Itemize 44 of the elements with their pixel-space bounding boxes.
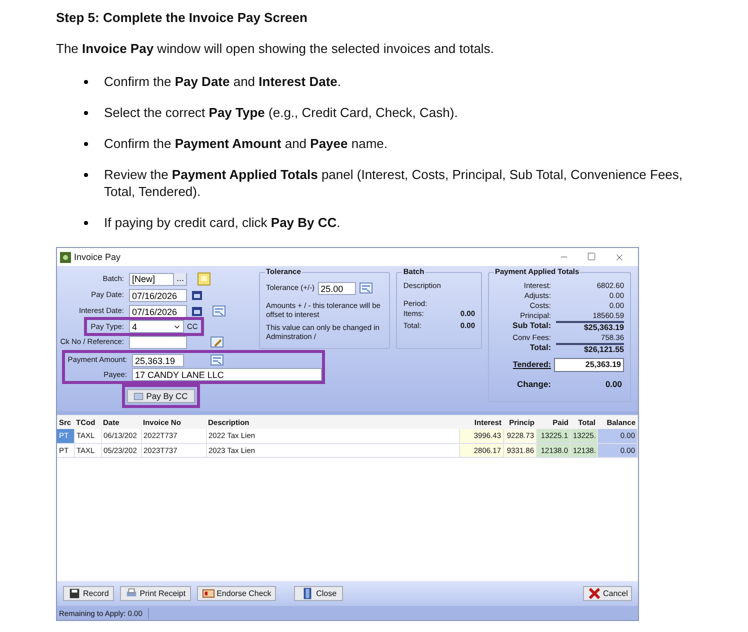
bullet-text: If paying by credit card, click Pay By CC. — [104, 214, 340, 230]
print-button[interactable]: Print Receipt — [120, 586, 191, 601]
cross-icon — [588, 587, 601, 600]
close-icon[interactable] — [614, 252, 625, 262]
totals-label: Sub Total: — [511, 321, 551, 332]
tolerance-field[interactable]: 25.00 — [318, 282, 356, 294]
pay-type-select[interactable]: 4 — [129, 320, 184, 333]
change-value: 0.00 — [605, 379, 623, 389]
intro-paragraph: The Invoice Pay window will open showing the selected invoices and totals. — [56, 40, 495, 58]
close-button[interactable]: Close — [294, 586, 344, 601]
endorse-button[interactable]: Endorse Check — [196, 586, 276, 601]
window-title: Invoice Pay — [74, 252, 121, 262]
totals-value: $26,121.55 — [556, 343, 624, 355]
app-icon — [60, 252, 71, 262]
floppy-icon — [68, 587, 81, 600]
bullet-text: Confirm the Payment Amount and Payee name. — [104, 134, 388, 152]
totals-value: $25,363.19 — [556, 321, 624, 333]
bullet-icon — [84, 220, 88, 224]
pay-date-field[interactable]: 07/16/2026 — [129, 288, 187, 302]
interest-date-field[interactable]: 07/16/2026 — [129, 304, 187, 318]
maximize-icon[interactable] — [587, 252, 596, 260]
bullet-icon — [84, 142, 88, 146]
tendered-field[interactable]: 25,363.19 — [554, 358, 624, 372]
record-button[interactable]: Record — [63, 586, 114, 601]
browse-button[interactable]: ... — [173, 273, 186, 285]
card-icon — [134, 392, 144, 400]
pay-by-cc-button[interactable]: Pay By CC — [127, 389, 195, 403]
payment-amount-field[interactable]: 25,363.19 — [132, 354, 184, 366]
bullet-text: Confirm the Pay Date and Interest Date. — [104, 72, 342, 90]
bullet-text: Review the Payment Applied Totals panel (Interest, Costs, Principal, Sub Total, Convenience Fees, Total, Tendered). — [104, 166, 684, 200]
reference-field[interactable] — [129, 336, 187, 348]
step-heading: Step 5: Complete the Invoice Pay Screen — [56, 9, 308, 24]
bullet-text: Select the correct Pay Type (e.g., Credit Card, Check, Cash). — [104, 104, 458, 120]
edit-icon[interactable] — [210, 335, 224, 349]
tendered-label: Tendered: — [512, 360, 551, 370]
bullet-icon — [84, 80, 88, 84]
bullet-icon — [84, 172, 88, 176]
bullet-icon — [84, 110, 88, 114]
batch-field[interactable]: [New] ... — [129, 272, 187, 286]
cancel-button[interactable]: Cancel — [583, 586, 632, 601]
check-document-icon — [202, 587, 215, 600]
change-label: Change: — [516, 379, 551, 389]
totals-label: Total: — [528, 343, 551, 354]
payee-field[interactable]: 17 CANDY LANE LLC — [132, 368, 322, 381]
